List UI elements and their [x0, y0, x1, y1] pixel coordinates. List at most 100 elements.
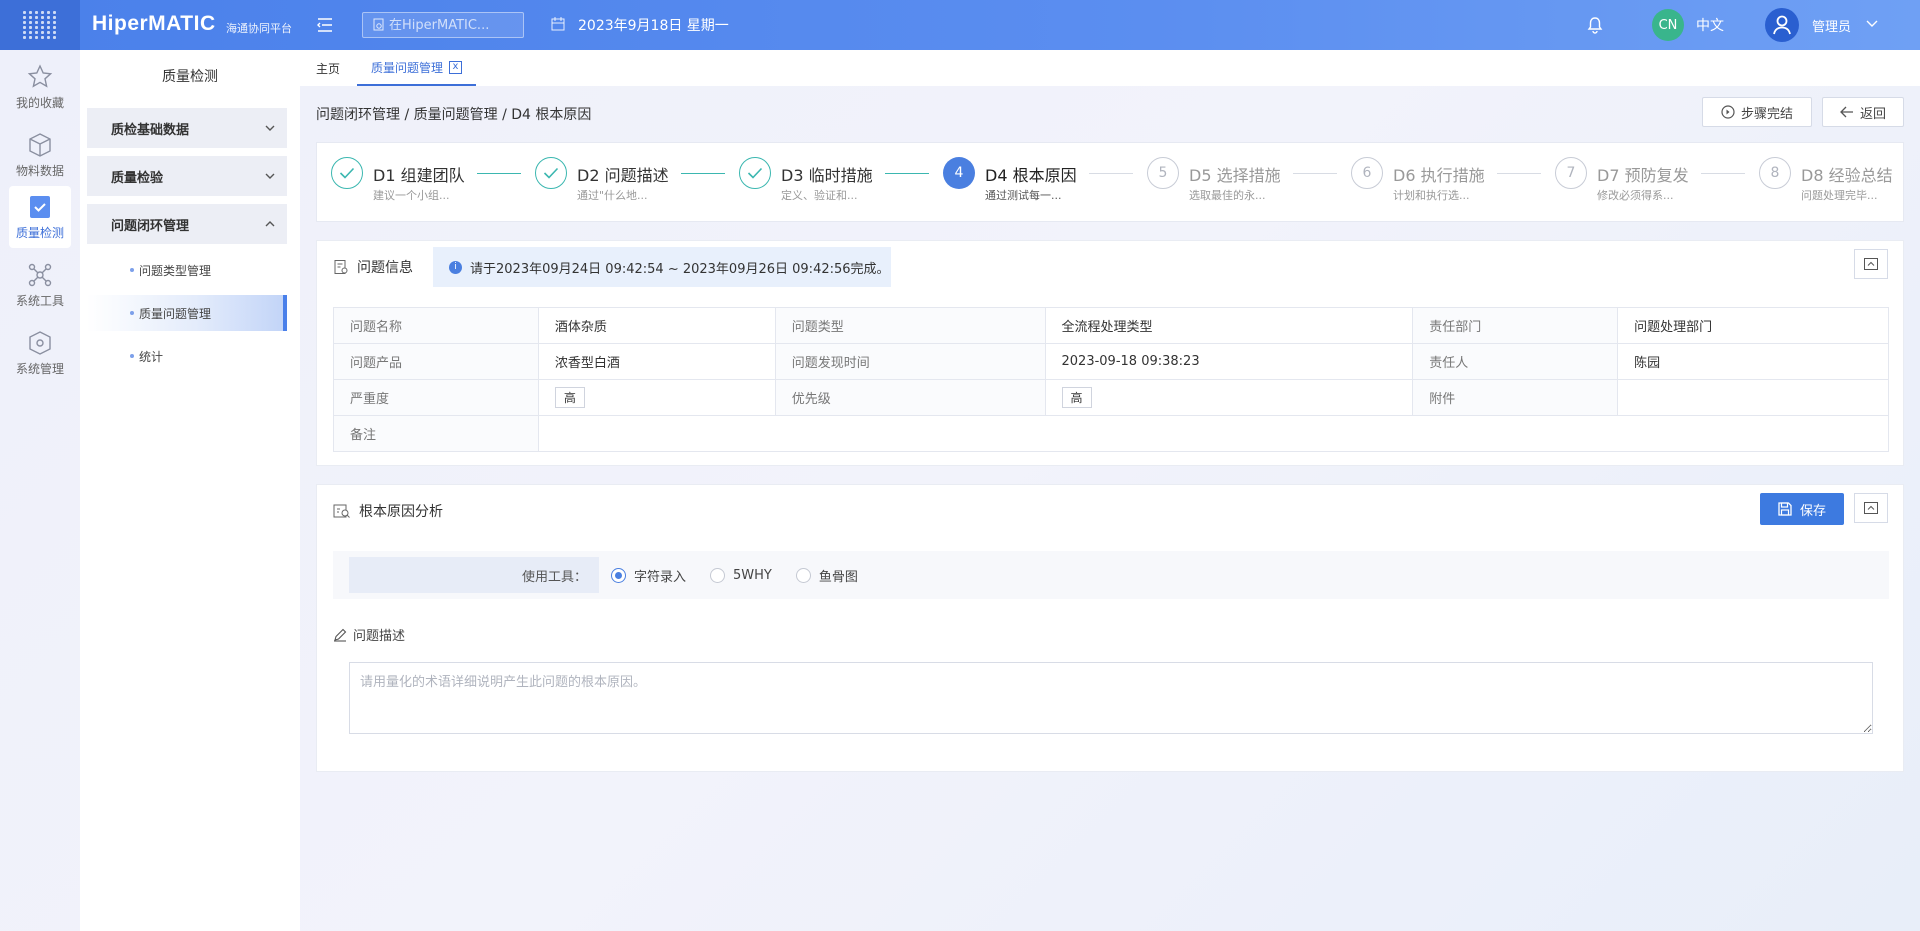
- search-input[interactable]: [389, 17, 509, 33]
- tab-quality-problems[interactable]: 质量问题管理 x: [357, 50, 477, 86]
- field-label: 问题发现时间: [774, 343, 1046, 380]
- step-title: D8 经验总结: [1801, 166, 1893, 185]
- field-label: 问题产品: [333, 343, 539, 380]
- step-desc: 问题处理完毕...: [1801, 189, 1878, 202]
- step-d7[interactable]: 7 D7 预防复发 修改必须得系...: [1541, 157, 1741, 207]
- calendar-icon: [551, 17, 565, 31]
- back-button[interactable]: 返回: [1822, 97, 1904, 127]
- severity-tag: 高: [554, 387, 585, 408]
- info-icon: i: [449, 260, 462, 274]
- sidebar-group-basic-data[interactable]: 质检基础数据: [87, 108, 287, 148]
- step-desc: 选取最佳的永...: [1189, 189, 1266, 202]
- user-avatar[interactable]: [1765, 8, 1799, 42]
- step-number: 8: [1759, 157, 1791, 189]
- network-icon: [28, 263, 52, 286]
- sidebar-item-quality-problems[interactable]: 质量问题管理: [87, 295, 287, 331]
- collapse-up-icon: [1864, 258, 1878, 270]
- sidebar-group-label: 问题闭环管理: [111, 218, 190, 234]
- language-badge[interactable]: CN: [1652, 9, 1684, 41]
- rail-item-quality[interactable]: 质量检测: [9, 186, 71, 248]
- close-icon[interactable]: x: [449, 60, 463, 74]
- shield-check-icon: [30, 195, 50, 218]
- field-value: 高: [537, 379, 776, 416]
- arrow-left-icon: [1840, 106, 1853, 118]
- radio-circle: [611, 567, 626, 583]
- step-desc: 定义、验证和...: [781, 189, 858, 202]
- field-label: 备注: [333, 415, 539, 452]
- step-d4[interactable]: 4 D4 根本原因 通过测试每一...: [929, 157, 1129, 207]
- collapse-up-icon: [1864, 502, 1878, 514]
- top-bar: HiperMATIC 海通协同平台 2023年9月18日 星期一 CN 中文 管…: [0, 0, 1920, 50]
- table-row: 问题产品 浓香型白酒 问题发现时间 2023-09-18 09:38:23 责任…: [333, 343, 1889, 380]
- field-label: 责任人: [1412, 343, 1619, 380]
- sidebar-item-statistics[interactable]: 统计: [87, 338, 287, 374]
- step-d6[interactable]: 6 D6 执行措施 计划和执行选...: [1337, 157, 1537, 207]
- bullet-icon: [130, 354, 134, 358]
- tab-bar: 主页 质量问题管理 x: [300, 50, 1920, 86]
- rail-item-system[interactable]: 系统管理: [9, 322, 71, 384]
- collapse-button[interactable]: [1854, 493, 1888, 523]
- sidebar-item-label: 质量问题管理: [139, 306, 212, 321]
- app-grid-button[interactable]: [0, 0, 80, 50]
- check-icon: [331, 157, 363, 189]
- sidebar-group-closed-loop[interactable]: 问题闭环管理: [87, 204, 287, 244]
- complete-step-label: 步骤完结: [1740, 106, 1793, 122]
- step-d8[interactable]: 8 D8 经验总结 问题处理完毕...: [1745, 157, 1903, 207]
- radio-5why[interactable]: 5WHY: [710, 567, 772, 583]
- radio-label: 字符录入: [634, 569, 687, 585]
- tab-home[interactable]: 主页: [302, 50, 354, 86]
- field-value: 浓香型白酒: [537, 343, 776, 380]
- star-icon: [27, 63, 53, 88]
- remarks-value: [537, 415, 1890, 452]
- rail-item-label: 系统工具: [15, 293, 64, 308]
- logo-subtitle: 海通协同平台: [226, 22, 292, 35]
- search-box[interactable]: [362, 12, 524, 38]
- field-label: 问题名称: [333, 307, 539, 344]
- collapse-button[interactable]: [1854, 249, 1888, 279]
- description-label: 问题描述: [333, 625, 405, 644]
- problem-info-panel: 问题信息 i 请于2023年09月24日 09:42:54 ~ 2023年09月…: [316, 240, 1904, 466]
- root-cause-description-input[interactable]: [349, 662, 1873, 734]
- rail-item-tools[interactable]: 系统工具: [9, 254, 71, 316]
- step-connector: [681, 173, 725, 174]
- radio-text-input[interactable]: 字符录入: [611, 566, 686, 585]
- radio-fishbone[interactable]: 鱼骨图: [795, 566, 858, 585]
- rail-item-material[interactable]: 物料数据: [9, 124, 71, 186]
- chevron-down-icon[interactable]: [1866, 18, 1878, 28]
- sidebar-title: 质量检测: [162, 69, 218, 85]
- chevron-down-icon: [265, 173, 275, 179]
- attachment-value[interactable]: [1617, 379, 1889, 416]
- check-icon: [535, 157, 567, 189]
- step-title: D2 问题描述: [577, 166, 669, 185]
- step-d2[interactable]: D2 问题描述 通过"什么地...: [521, 157, 721, 207]
- step-number: 4: [943, 157, 975, 189]
- step-title: D7 预防复发: [1597, 166, 1689, 185]
- current-date: 2023年9月18日 星期一: [578, 18, 729, 34]
- step-d5[interactable]: 5 D5 选择措施 选取最佳的永...: [1133, 157, 1333, 207]
- save-button[interactable]: 保存: [1760, 493, 1844, 525]
- step-connector: [1701, 173, 1745, 174]
- step-number: 6: [1351, 157, 1383, 189]
- step-desc: 计划和执行选...: [1393, 189, 1470, 202]
- complete-step-button[interactable]: 步骤完结: [1702, 97, 1812, 127]
- deadline-text: 请于2023年09月24日 09:42:54 ~ 2023年09月26日 09:…: [470, 261, 890, 277]
- step-d1[interactable]: D1 组建团队 建议一个小组...: [317, 157, 517, 207]
- username[interactable]: 管理员: [1812, 16, 1851, 35]
- table-row: 严重度 高 优先级 高 附件: [333, 379, 1889, 416]
- step-title: D3 临时措施: [781, 166, 873, 185]
- sidebar-item-label: 统计: [139, 349, 164, 364]
- step-d3[interactable]: D3 临时措施 定义、验证和...: [725, 157, 925, 207]
- sidebar-group-inspection[interactable]: 质量检验: [87, 156, 287, 196]
- step-number: 5: [1147, 157, 1179, 189]
- rail-item-favorites[interactable]: 我的收藏: [9, 56, 71, 118]
- language-switch[interactable]: 中文: [1696, 15, 1724, 35]
- edit-icon: [334, 628, 347, 642]
- field-value: 问题处理部门: [1617, 307, 1889, 344]
- step-title: D6 执行措施: [1393, 166, 1485, 185]
- sidebar: 质量检测 质检基础数据 质量检验 问题闭环管理 问题类型管理 质量问题管理 统计: [80, 50, 300, 931]
- table-row: 备注: [333, 415, 1890, 452]
- bell-icon[interactable]: [1587, 16, 1603, 34]
- sidebar-item-problem-types[interactable]: 问题类型管理: [87, 252, 287, 288]
- sidebar-group-label: 质量检验: [111, 170, 164, 186]
- menu-toggle-icon[interactable]: [314, 14, 336, 36]
